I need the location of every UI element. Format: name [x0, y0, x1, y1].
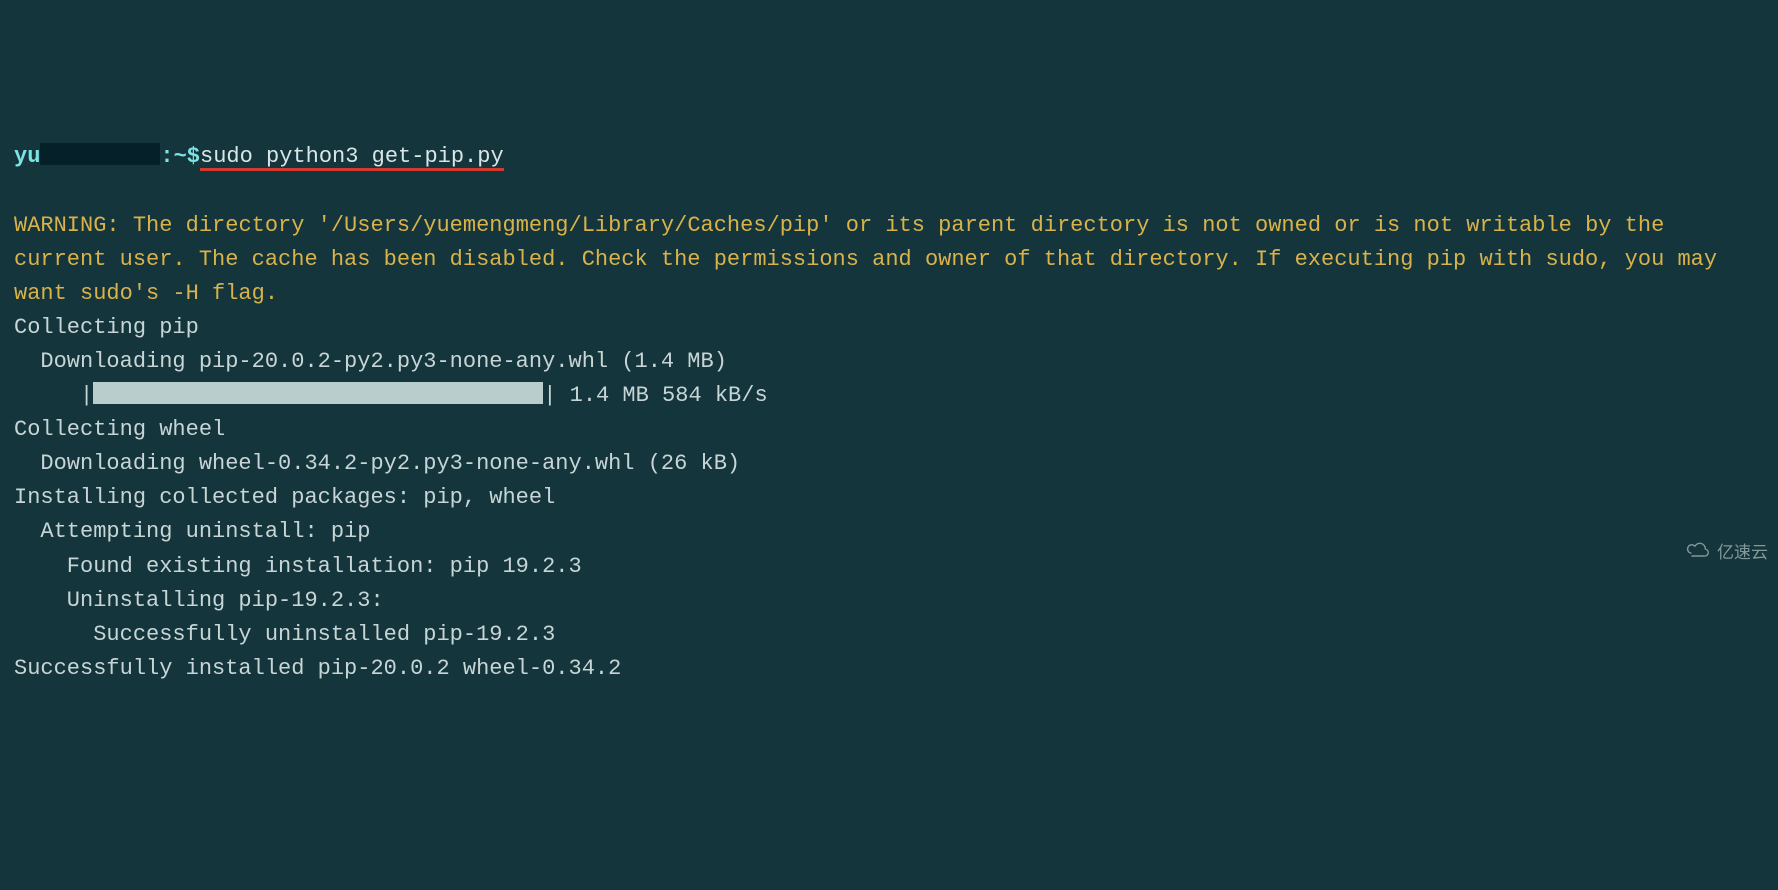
output-line: Installing collected packages: pip, whee… [14, 485, 555, 510]
progress-bar [93, 382, 543, 404]
prompt-user: yu [14, 144, 40, 169]
cloud-icon [1664, 513, 1711, 594]
progress-suffix: | 1.4 MB 584 kB/s [543, 383, 767, 408]
output-line: Successfully uninstalled pip-19.2.3 [14, 622, 555, 647]
output-line: Attempting uninstall: pip [14, 519, 370, 544]
warning-text: The directory '/Users/yuemengmeng/Librar… [14, 213, 1730, 306]
output-line: Collecting pip [14, 315, 199, 340]
progress-prefix: | [14, 383, 93, 408]
watermark: 亿速云 [1664, 513, 1768, 594]
output-line: Found existing installation: pip 19.2.3 [14, 554, 582, 579]
prompt-path: :~$ [160, 144, 200, 169]
warning-label: WARNING: [14, 213, 120, 238]
output-line: Collecting wheel [14, 417, 225, 442]
watermark-text: 亿速云 [1717, 540, 1768, 566]
progress-line: | | 1.4 MB 584 kB/s [14, 383, 768, 408]
output-line: Downloading wheel-0.34.2-py2.py3-none-an… [14, 451, 740, 476]
prompt-line[interactable]: yu :~$sudo python3 get-pip.py [14, 140, 1764, 174]
command-text: sudo python3 get-pip.py [200, 148, 504, 171]
output-line: Successfully installed pip-20.0.2 wheel-… [14, 656, 621, 681]
redacted-user [40, 143, 160, 165]
output-line: Uninstalling pip-19.2.3: [14, 588, 384, 613]
output-line: Downloading pip-20.0.2-py2.py3-none-any.… [14, 349, 727, 374]
